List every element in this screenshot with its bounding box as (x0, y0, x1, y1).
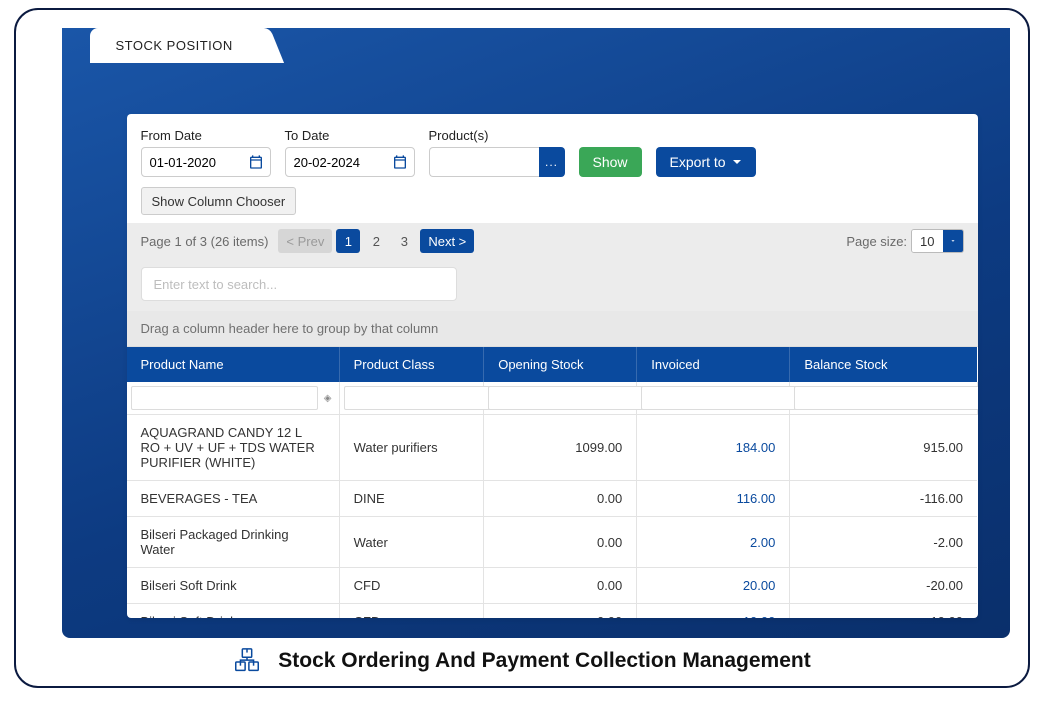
tab-label: STOCK POSITION (116, 38, 233, 53)
cell-product-class: CFD (339, 568, 484, 604)
to-date-input[interactable]: 20-02-2024 (285, 147, 415, 177)
cell-opening-stock: 0.00 (484, 604, 637, 619)
table-row: AQUAGRAND CANDY 12 L RO + UV + UF + TDS … (127, 415, 978, 481)
cell-product-class: CFD (339, 604, 484, 619)
pager-prev: < Prev (278, 229, 332, 253)
table-header-row: Product NameProduct ClassOpening StockIn… (127, 347, 978, 382)
app-frame: STOCK POSITION From Date 01-01-2020 To D… (14, 8, 1030, 688)
tab-stock-position[interactable]: STOCK POSITION (90, 28, 259, 63)
column-filter: ◈ (637, 382, 790, 415)
cell-invoiced[interactable]: 10.00 (637, 604, 790, 619)
table-row: BEVERAGES - TEADINE0.00116.00-116.00 (127, 481, 978, 517)
products-picker-button[interactable]: ... (539, 147, 565, 177)
pager-bar: Page 1 of 3 (26 items) < Prev 123 Next >… (127, 223, 978, 259)
table-row: Bilseri Soft DrinkCFD0.0020.00-20.00 (127, 568, 978, 604)
show-button-label: Show (593, 154, 628, 170)
cell-balance-stock: -20.00 (790, 568, 977, 604)
calendar-icon (392, 154, 408, 170)
stock-icon (232, 646, 262, 676)
cell-product-class: Water purifiers (339, 415, 484, 481)
calendar-icon (248, 154, 264, 170)
column-chooser-row: Show Column Chooser (127, 183, 978, 223)
table-row: Bilseri Soft DrinkCFD0.0010.00-10.00 (127, 604, 978, 619)
table-filter-row: ◈◈◈◈◈ (127, 382, 978, 415)
pager-page-1[interactable]: 1 (336, 229, 360, 253)
cell-product-name: Bilseri Soft Drink (127, 568, 340, 604)
column-header[interactable]: Product Name (127, 347, 340, 382)
cell-product-name: Bilseri Soft Drink (127, 604, 340, 619)
from-date-value: 01-01-2020 (150, 155, 217, 170)
column-filter: ◈ (339, 382, 484, 415)
cell-balance-stock: -116.00 (790, 481, 977, 517)
column-header[interactable]: Opening Stock (484, 347, 637, 382)
products-input[interactable] (429, 147, 539, 177)
column-filter: ◈ (127, 382, 340, 415)
search-row (127, 259, 978, 311)
page-size-value: 10 (912, 230, 942, 252)
chevron-down-icon (732, 157, 742, 167)
from-date-group: From Date 01-01-2020 (141, 128, 271, 177)
to-date-group: To Date 20-02-2024 (285, 128, 415, 177)
caption-row: Stock Ordering And Payment Collection Ma… (16, 646, 1028, 676)
cell-product-class: DINE (339, 481, 484, 517)
cell-invoiced[interactable]: 184.00 (637, 415, 790, 481)
filter-row: From Date 01-01-2020 To Date 20-02-2024 … (127, 114, 978, 183)
stock-table: Product NameProduct ClassOpening StockIn… (127, 347, 978, 618)
column-header[interactable]: Product Class (339, 347, 484, 382)
cell-balance-stock: 915.00 (790, 415, 977, 481)
cell-product-name: AQUAGRAND CANDY 12 L RO + UV + UF + TDS … (127, 415, 340, 481)
export-button[interactable]: Export to (656, 147, 756, 177)
column-header[interactable]: Invoiced (637, 347, 790, 382)
export-button-label: Export to (670, 154, 726, 170)
cell-invoiced[interactable]: 2.00 (637, 517, 790, 568)
group-by-drop-area[interactable]: Drag a column header here to group by th… (127, 311, 978, 347)
cell-balance-stock: -2.00 (790, 517, 977, 568)
from-date-input[interactable]: 01-01-2020 (141, 147, 271, 177)
filter-icon[interactable]: ◈ (321, 389, 335, 407)
show-button[interactable]: Show (579, 147, 642, 177)
cell-opening-stock: 0.00 (484, 517, 637, 568)
cell-opening-stock: 1099.00 (484, 415, 637, 481)
caption-text: Stock Ordering And Payment Collection Ma… (278, 649, 810, 673)
column-chooser-label: Show Column Chooser (152, 194, 286, 209)
pager-page-2[interactable]: 2 (364, 229, 388, 253)
content-card: From Date 01-01-2020 To Date 20-02-2024 … (127, 114, 978, 618)
cell-invoiced[interactable]: 116.00 (637, 481, 790, 517)
pager-page-3[interactable]: 3 (392, 229, 416, 253)
column-filter: ◈ (790, 382, 977, 415)
cell-opening-stock: 0.00 (484, 481, 637, 517)
products-group: Product(s) ... (429, 128, 565, 177)
products-label: Product(s) (429, 128, 565, 143)
page-size-select[interactable]: 10 (911, 229, 963, 253)
cell-opening-stock: 0.00 (484, 568, 637, 604)
to-date-value: 20-02-2024 (294, 155, 361, 170)
cell-product-name: Bilseri Packaged Drinking Water (127, 517, 340, 568)
column-filter-input[interactable] (794, 386, 977, 410)
pager-next[interactable]: Next > (420, 229, 474, 253)
to-date-label: To Date (285, 128, 415, 143)
column-filter-input[interactable] (131, 386, 318, 410)
column-header[interactable]: Balance Stock (790, 347, 977, 382)
column-filter: ◈ (484, 382, 637, 415)
search-input[interactable] (141, 267, 457, 301)
chevron-down-icon (943, 230, 963, 252)
pager-info: Page 1 of 3 (26 items) (141, 234, 269, 249)
cell-product-class: Water (339, 517, 484, 568)
table-row: Bilseri Packaged Drinking WaterWater0.00… (127, 517, 978, 568)
cell-product-name: BEVERAGES - TEA (127, 481, 340, 517)
cell-balance-stock: -10.00 (790, 604, 977, 619)
from-date-label: From Date (141, 128, 271, 143)
cell-invoiced[interactable]: 20.00 (637, 568, 790, 604)
column-chooser-button[interactable]: Show Column Chooser (141, 187, 297, 215)
page-size-label: Page size: (846, 234, 907, 249)
